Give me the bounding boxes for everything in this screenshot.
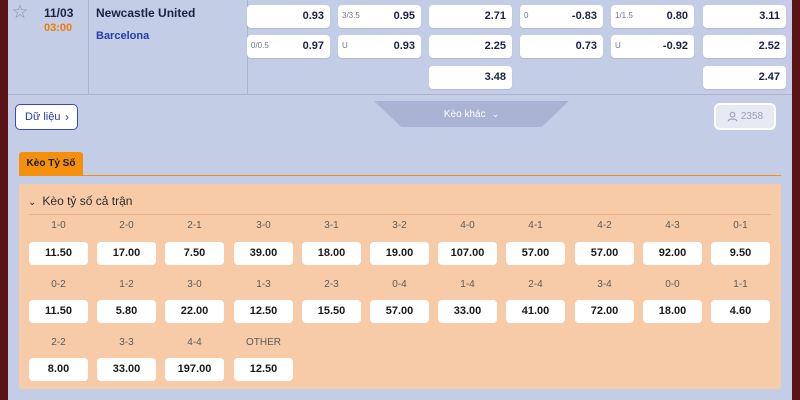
score-odds-button[interactable]: 197.00 [165, 358, 224, 381]
more-bets-label: Kèo khác [443, 109, 486, 120]
kickoff-time: 03:00 [44, 22, 73, 34]
score-odds-button[interactable]: 57.00 [506, 242, 565, 265]
score-odds-button[interactable]: 17.00 [97, 242, 156, 265]
odds-cell[interactable]: 1/1.5 0.80 [611, 5, 694, 28]
score-label: 4-1 [528, 220, 543, 231]
score-label: 0-0 [665, 279, 680, 290]
odds-cell[interactable]: 3.11 [703, 5, 786, 28]
score-label: 3-0 [256, 220, 271, 231]
odds-cell[interactable]: 2.71 [429, 5, 512, 28]
score-odds-button[interactable]: 8.00 [29, 358, 88, 381]
score-label: 1-2 [119, 279, 134, 290]
divider [29, 214, 771, 215]
score-odds-button[interactable]: 4.60 [711, 300, 770, 323]
data-button-label: Dữ liệu [25, 111, 61, 123]
score-label: 3-2 [392, 220, 407, 231]
score-label: 4-0 [460, 220, 475, 231]
score-label: 2-4 [528, 279, 543, 290]
score-odds-button[interactable]: 72.00 [575, 300, 634, 323]
chevron-down-icon: ⌄ [491, 109, 500, 119]
score-label: 2-3 [324, 279, 339, 290]
tab-underline [19, 175, 781, 176]
score-label: 1-4 [460, 279, 475, 290]
score-label: 0-2 [51, 279, 66, 290]
match-date: 11/03 [44, 6, 74, 20]
panel-title: Kèo tỷ số cả trận [42, 194, 133, 208]
score-odds-button[interactable]: 18.00 [302, 242, 361, 265]
score-label: OTHER [246, 337, 281, 348]
score-label: 3-0 [187, 279, 202, 290]
star-icon[interactable]: ☆ [10, 3, 30, 23]
odds-cell[interactable]: 2.52 [703, 35, 786, 58]
score-odds-button[interactable]: 7.50 [165, 242, 224, 265]
chevron-right-icon: › [65, 110, 69, 124]
handicap-line: 3/3.5 [342, 11, 360, 20]
score-label: 2-1 [187, 220, 202, 231]
odds-cell[interactable]: 3/3.5 0.95 [338, 5, 421, 28]
score-odds-button[interactable]: 92.00 [643, 242, 702, 265]
handicap-line: U [342, 41, 348, 50]
score-label: 4-3 [665, 220, 680, 231]
score-odds-button[interactable]: 11.50 [29, 242, 88, 265]
odds-cell[interactable]: U 0.93 [338, 35, 421, 58]
score-label: 2-0 [119, 220, 134, 231]
handicap-line: 1/1.5 [615, 11, 633, 20]
score-label: 2-2 [51, 337, 66, 348]
score-odds-button[interactable]: 107.00 [438, 242, 497, 265]
score-label: 4-4 [187, 337, 202, 348]
chevron-down-icon: ⌄ [28, 197, 37, 208]
score-label: 1-1 [733, 279, 748, 290]
match-row: ☆ 11/03 03:00 Newcastle United Barcelona… [8, 0, 792, 95]
score-odds-button[interactable]: 18.00 [643, 300, 702, 323]
odds-cell[interactable]: 0/0.5 0.97 [247, 35, 330, 58]
score-odds-button[interactable]: 5.80 [97, 300, 156, 323]
score-odds-button[interactable]: 11.50 [29, 300, 88, 323]
away-team: Barcelona [96, 30, 150, 42]
score-odds-button[interactable]: 19.00 [370, 242, 429, 265]
score-odds-button[interactable]: 41.00 [506, 300, 565, 323]
score-odds-button[interactable]: 12.50 [234, 358, 293, 381]
score-odds-button[interactable]: 22.00 [165, 300, 224, 323]
more-bets-button[interactable]: Kèo khác ⌄ [374, 101, 569, 127]
score-odds-button[interactable]: 33.00 [438, 300, 497, 323]
score-odds-button[interactable]: 15.50 [302, 300, 361, 323]
score-odds-button[interactable]: 9.50 [711, 242, 770, 265]
odds-cell[interactable]: 0 -0.83 [520, 5, 603, 28]
score-label: 0-1 [733, 220, 748, 231]
score-odds-button[interactable]: 12.50 [234, 300, 293, 323]
score-label: 1-0 [51, 220, 66, 231]
match-actions-bar: Dữ liệu › Kèo khác ⌄ 2358 [8, 95, 792, 141]
odds-cell[interactable]: 2.47 [703, 66, 786, 89]
score-odds-button[interactable]: 57.00 [370, 300, 429, 323]
home-team: Newcastle United [96, 6, 196, 20]
correct-score-panel: ⌄ Kèo tỷ số cả trận 1-0 11.50 2-0 17.00 2-1 7.… [19, 184, 781, 389]
data-button[interactable]: Dữ liệu › [15, 104, 78, 130]
handicap-line: 0/0.5 [251, 41, 269, 50]
tab-correct-score[interactable]: Kèo Tỷ Số [19, 152, 83, 175]
odds-cell[interactable]: 0.73 [520, 35, 603, 58]
viewer-count-badge: 2358 [714, 103, 776, 130]
score-label: 0-4 [392, 279, 407, 290]
score-label: 4-2 [597, 220, 612, 231]
user-icon [727, 111, 738, 122]
odds-cell[interactable]: 2.25 [429, 35, 512, 58]
score-label: 3-1 [324, 220, 339, 231]
correct-score-header[interactable]: ⌄ Kèo tỷ số cả trận [28, 194, 132, 208]
teams-column: Newcastle United Barcelona [88, 0, 248, 95]
score-odds-button[interactable]: 39.00 [234, 242, 293, 265]
score-odds-button[interactable]: 33.00 [97, 358, 156, 381]
handicap-line: U [615, 41, 621, 50]
odds-cell[interactable]: 3.48 [429, 66, 512, 89]
score-label: 3-3 [119, 337, 134, 348]
odds-cell[interactable]: U -0.92 [611, 35, 694, 58]
score-label: 1-3 [256, 279, 271, 290]
match-odds-app: ☆ 11/03 03:00 Newcastle United Barcelona… [8, 0, 792, 400]
viewer-count: 2358 [740, 111, 764, 122]
score-odds-button[interactable]: 57.00 [575, 242, 634, 265]
score-label: 3-4 [597, 279, 612, 290]
odds-cell[interactable]: 0.93 [247, 5, 330, 28]
handicap-line: 0 [524, 11, 529, 20]
